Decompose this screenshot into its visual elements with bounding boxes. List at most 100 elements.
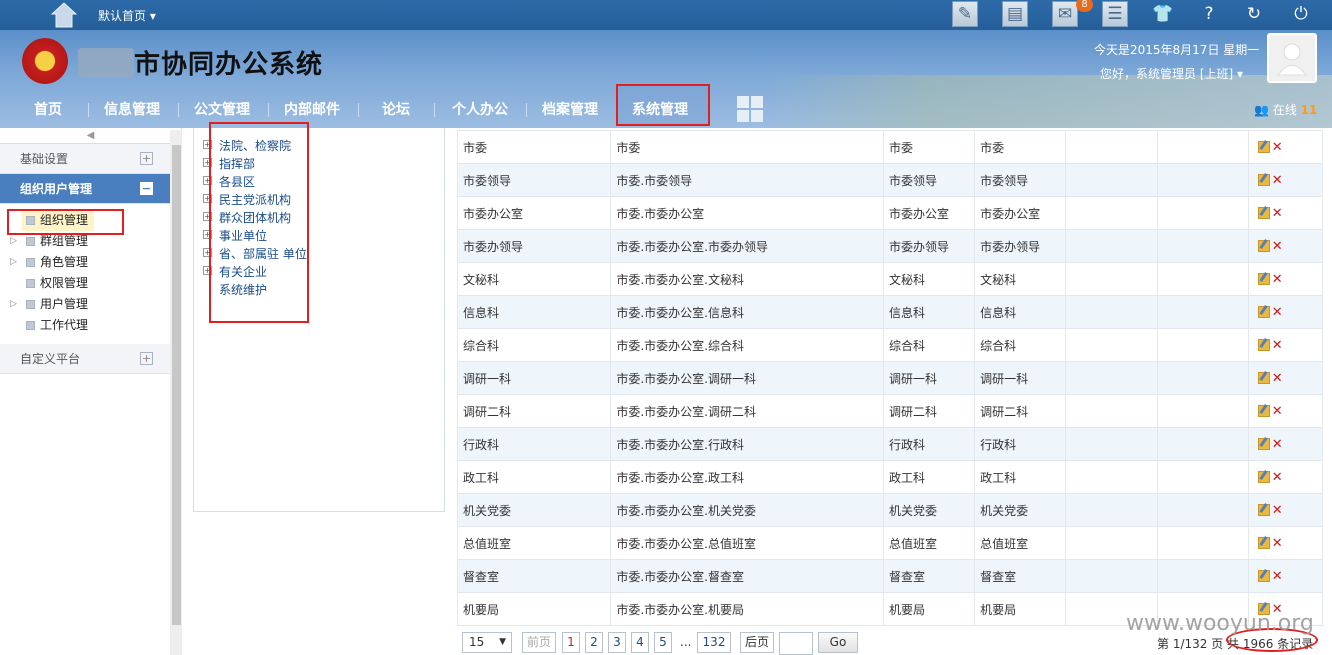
page-button[interactable]: 3 [608, 632, 626, 653]
delete-icon[interactable]: ✕ [1272, 338, 1283, 353]
table-row[interactable]: 行政科 市委.市委办公室.行政科 行政科 行政科 ✕ [456, 427, 1324, 461]
table-row[interactable]: 调研二科 市委.市委办公室.调研二科 调研二科 调研二科 ✕ [456, 394, 1324, 428]
edit-icon[interactable] [1257, 372, 1270, 384]
next-page-button[interactable]: 后页 [740, 632, 774, 653]
user-greeting-dropdown[interactable]: 您好，系统管理员 [上班] ▾ [1100, 65, 1243, 82]
table-cell: 督查室 [882, 559, 976, 593]
home-icon[interactable] [48, 0, 80, 28]
delete-icon[interactable]: ✕ [1272, 140, 1283, 155]
table-row[interactable]: 市委办公室 市委.市委办公室 市委办公室 市委办公室 ✕ [456, 196, 1324, 230]
edit-icon[interactable] [1257, 240, 1270, 252]
table-cell: 政工科 [882, 460, 976, 494]
page-button[interactable]: 2 [585, 632, 603, 653]
table-row[interactable]: 综合科 市委.市委办公室.综合科 综合科 综合科 ✕ [456, 328, 1324, 362]
avatar[interactable] [1267, 33, 1317, 83]
table-row[interactable]: 文秘科 市委.市委办公室.文秘科 文秘科 文秘科 ✕ [456, 262, 1324, 296]
delete-icon[interactable]: ✕ [1272, 437, 1283, 452]
go-button[interactable]: Go [818, 632, 858, 653]
sidebar-collapse-arrow-icon[interactable]: ◀ [0, 128, 181, 144]
row-actions: ✕ [1247, 229, 1324, 263]
sidebar-group-basic-settings[interactable]: 基础设置 + [0, 144, 181, 174]
sidebar-scroll-thumb[interactable] [172, 145, 181, 625]
default-home-dropdown[interactable]: 默认首页 ▾ [98, 7, 156, 24]
expand-arrow-icon[interactable]: ▷ [10, 294, 17, 315]
power-icon[interactable]: ⏻ [1287, 0, 1315, 28]
sidebar-group-custom-platform[interactable]: 自定义平台 + [0, 344, 181, 374]
list-icon[interactable]: ☰ [1102, 1, 1128, 27]
nav-info-management[interactable]: 信息管理 [104, 94, 160, 126]
apps-grid-icon[interactable] [737, 96, 763, 122]
refresh-icon[interactable]: ↻ [1240, 0, 1268, 28]
notebook-icon[interactable]: ▤ [1002, 1, 1028, 27]
page-button[interactable]: 5 [654, 632, 672, 653]
table-cell: 机关党委 [882, 493, 976, 527]
edit-icon[interactable] [1257, 207, 1270, 219]
edit-icon[interactable] [1257, 174, 1270, 186]
sidebar-item-user-management[interactable]: ▷ 用户管理 [0, 294, 181, 315]
table-row[interactable]: 总值班室 市委.市委办公室.总值班室 总值班室 总值班室 ✕ [456, 526, 1324, 560]
nav-archive-management[interactable]: 档案管理 [542, 94, 598, 126]
skin-shirt-icon[interactable]: 👕 [1149, 0, 1177, 28]
delete-icon[interactable]: ✕ [1272, 173, 1283, 188]
edit-icon[interactable] [1257, 537, 1270, 549]
delete-icon[interactable]: ✕ [1272, 371, 1283, 386]
page-number-input[interactable] [779, 632, 813, 655]
edit-icon[interactable] [1257, 504, 1270, 516]
group-label: 组织用户管理 [20, 182, 93, 196]
expand-arrow-icon[interactable]: ▷ [10, 252, 17, 273]
table-row[interactable]: 督查室 市委.市委办公室.督查室 督查室 督查室 ✕ [456, 559, 1324, 593]
delete-icon[interactable]: ✕ [1272, 272, 1283, 287]
edit-icon[interactable] [1257, 438, 1270, 450]
sidebar-group-org-user[interactable]: 组织用户管理 − [0, 174, 181, 204]
sidebar-item-work-proxy[interactable]: 工作代理 [0, 315, 181, 336]
table-row[interactable]: 市委领导 市委.市委领导 市委领导 市委领导 ✕ [456, 163, 1324, 197]
table-cell [1065, 130, 1158, 164]
delete-icon[interactable]: ✕ [1272, 239, 1283, 254]
table-row[interactable]: 市委 市委 市委 市委 ✕ [456, 130, 1324, 164]
expand-icon[interactable]: + [140, 152, 153, 165]
delete-icon[interactable]: ✕ [1272, 569, 1283, 584]
sidebar-item-role-management[interactable]: ▷ 角色管理 [0, 252, 181, 273]
edit-icon[interactable] [1257, 273, 1270, 285]
mail-icon[interactable]: ✉ [1052, 1, 1078, 27]
delete-icon[interactable]: ✕ [1272, 503, 1283, 518]
nav-personal-office[interactable]: 个人办公 [452, 94, 508, 126]
nav-forum[interactable]: 论坛 [382, 94, 410, 126]
expand-icon[interactable]: + [140, 352, 153, 365]
edit-icon[interactable] [1257, 405, 1270, 417]
edit-icon[interactable] [1257, 306, 1270, 318]
table-cell: 调研一科 [974, 361, 1067, 395]
edit-note-icon[interactable]: ✎ [952, 1, 978, 27]
table-row[interactable]: 政工科 市委.市委办公室.政工科 政工科 政工科 ✕ [456, 460, 1324, 494]
delete-icon[interactable]: ✕ [1272, 305, 1283, 320]
table-cell: 调研一科 [456, 361, 612, 395]
prev-page-button[interactable]: 前页 [522, 632, 556, 653]
last-page-button[interactable]: 132 [697, 632, 731, 653]
table-row[interactable]: 市委办领导 市委.市委办公室.市委办领导 市委办领导 市委办领导 ✕ [456, 229, 1324, 263]
edit-icon[interactable] [1257, 570, 1270, 582]
delete-icon[interactable]: ✕ [1272, 206, 1283, 221]
delete-icon[interactable]: ✕ [1272, 470, 1283, 485]
table-row[interactable]: 调研一科 市委.市委办公室.调研一科 调研一科 调研一科 ✕ [456, 361, 1324, 395]
delete-icon[interactable]: ✕ [1272, 536, 1283, 551]
edit-icon[interactable] [1257, 471, 1270, 483]
collapse-icon[interactable]: − [140, 182, 153, 195]
edit-icon[interactable] [1257, 339, 1270, 351]
org-table: 市委 市委 市委 市委 ✕ 市委领导 市委.市委领导 市委领导 市委领导 ✕ 市委办公室 市委.市委办… [456, 130, 1324, 626]
table-cell: 市委.市委办公室.督查室 [610, 559, 884, 593]
edit-icon[interactable] [1257, 141, 1270, 153]
page-size-select[interactable]: 15 ▼ [462, 632, 512, 653]
table-row[interactable]: 信息科 市委.市委办公室.信息科 信息科 信息科 ✕ [456, 295, 1324, 329]
nav-home[interactable]: 首页 [34, 94, 62, 126]
table-cell [1156, 559, 1249, 593]
delete-icon[interactable]: ✕ [1272, 404, 1283, 419]
table-cell: 综合科 [974, 328, 1067, 362]
sidebar-item-label: 权限管理 [40, 276, 89, 290]
help-icon[interactable]: ? [1195, 0, 1223, 28]
table-row[interactable]: 机关党委 市委.市委办公室.机关党委 机关党委 机关党委 ✕ [456, 493, 1324, 527]
page-button[interactable]: 1 [562, 632, 580, 653]
page-button[interactable]: 4 [631, 632, 649, 653]
sidebar-item-permission-management[interactable]: 权限管理 [0, 273, 181, 294]
nav-system-management[interactable]: 系统管理 [632, 94, 688, 126]
emblem-logo [22, 38, 68, 84]
